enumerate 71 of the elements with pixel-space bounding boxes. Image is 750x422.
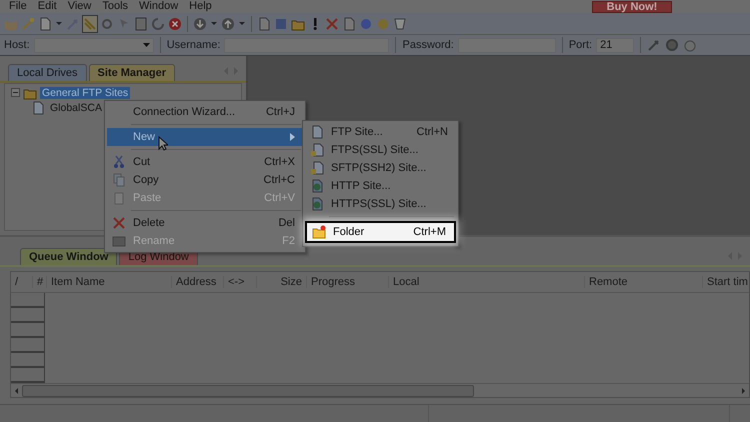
menu-bar-item[interactable]: View [64, 0, 100, 13]
collapse-icon[interactable] [11, 88, 20, 97]
globe-page-icon [310, 179, 324, 193]
column-header[interactable]: Local [389, 276, 585, 288]
upload-icon [221, 16, 235, 30]
username-label: Username: [166, 39, 220, 51]
globe-page-icon [310, 197, 324, 211]
buy-now-button[interactable]: Buy Now! [592, 0, 672, 12]
submenu-item[interactable]: New [107, 128, 303, 146]
menu-item[interactable]: Copy Ctrl+C [107, 171, 303, 189]
scissors-icon [112, 155, 126, 169]
delete-icon [325, 16, 339, 30]
menu-bar-item[interactable]: Tools [99, 0, 136, 13]
panel-tab[interactable]: Local Drives [8, 64, 87, 81]
port-field[interactable]: 21 [596, 38, 634, 52]
plug-icon [647, 38, 662, 52]
menu-item[interactable]: Folder Ctrl+M [307, 223, 454, 241]
column-header[interactable]: Progress [307, 276, 389, 288]
column-header[interactable]: Remote [585, 276, 703, 288]
edit-page-icon [257, 16, 271, 30]
menu-bar-item[interactable]: Edit [34, 0, 65, 13]
column-header[interactable]: Address [172, 276, 224, 288]
download-icon [193, 16, 207, 30]
column-header[interactable]: / [11, 276, 33, 288]
menu-item[interactable]: HTTPS(SSL) Site... [305, 195, 456, 213]
locked-page-icon [310, 143, 324, 157]
magic-wand-icon [21, 16, 35, 30]
menu-bar-item[interactable]: File [6, 0, 35, 13]
delete-icon [112, 216, 126, 230]
dropdown-arrow-icon [211, 22, 217, 25]
left-arrow-icon [15, 388, 18, 394]
right-arrow-icon [742, 388, 745, 394]
refresh-icon [151, 16, 165, 30]
menu-item[interactable]: Cut Ctrl+X [107, 153, 303, 171]
column-header[interactable]: # [33, 276, 47, 288]
password-label: Password: [402, 39, 454, 51]
submenu-arrow-icon [290, 133, 295, 141]
menu-bar-item[interactable]: Help [186, 0, 220, 13]
rename-icon [112, 234, 126, 248]
column-header[interactable]: Start tim [703, 276, 750, 288]
host-field[interactable] [34, 38, 154, 52]
horizontal-scrollbar[interactable] [11, 383, 749, 397]
menu-item[interactable]: SFTP(SSH2) Site... [305, 159, 456, 177]
tree-item[interactable]: General FTP Sites [40, 86, 130, 98]
dropdown-arrow-icon [142, 43, 150, 47]
dropdown-arrow-icon [239, 22, 245, 25]
mouse-cursor-icon [158, 136, 168, 151]
column-header[interactable]: Size [257, 276, 307, 288]
stop-icon [168, 16, 182, 30]
copy-icon [112, 173, 126, 187]
dropdown-arrow-icon [56, 22, 62, 25]
column-header[interactable]: <-> [224, 276, 257, 288]
port-label: Port: [568, 39, 592, 51]
checked-page-icon [342, 16, 356, 30]
new-page-icon [38, 16, 52, 30]
menu-item[interactable]: HTTP Site... [305, 177, 456, 195]
menu-item[interactable]: Delete Del [107, 214, 303, 232]
menu-item[interactable]: Connection Wizard... Ctrl+J [107, 103, 303, 121]
menu-bar-item[interactable]: Window [136, 0, 186, 13]
column-header[interactable]: Item Name [47, 276, 172, 288]
menu-item[interactable]: FTPS(SSL) Site... [305, 141, 456, 159]
folder-icon [312, 225, 326, 239]
menu-item[interactable]: FTP Site... Ctrl+N [305, 123, 456, 141]
page-icon [310, 125, 324, 139]
locked-page-icon [310, 161, 324, 175]
panel-tab[interactable]: Site Manager [88, 64, 175, 81]
panel-tab[interactable]: Queue Window [20, 248, 118, 265]
page-icon [31, 100, 45, 114]
tree-item[interactable]: GlobalSCA [48, 102, 104, 114]
host-label: Host: [4, 39, 30, 51]
paste-icon [112, 191, 126, 205]
